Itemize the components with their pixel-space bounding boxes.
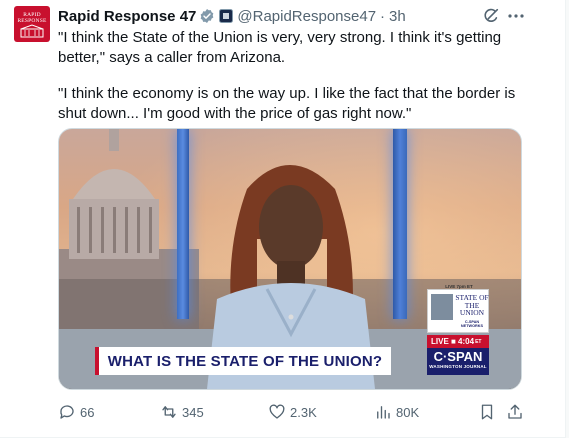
verified-badge-icon[interactable] xyxy=(199,8,215,24)
reply-count: 66 xyxy=(80,404,95,420)
bookmark-button[interactable] xyxy=(478,402,496,422)
grok-icon[interactable] xyxy=(482,7,500,30)
view-count: 80K xyxy=(396,404,420,420)
handle[interactable]: @RapidResponse47 xyxy=(237,8,376,25)
like-button[interactable]: 2.3K xyxy=(268,402,317,422)
live-program-box: LIVE 7pm ET STATE OF THE UNION C-SPAN NE… xyxy=(427,284,489,333)
repost-button[interactable]: 345 xyxy=(160,402,204,422)
reply-icon xyxy=(60,405,74,419)
tweet-card[interactable]: RAPID RESPONSE Rapid Response 47 @RapidR… xyxy=(0,0,569,438)
tweet-text-paragraph-1: "I think the State of the Union is very,… xyxy=(58,29,502,66)
white-house-icon xyxy=(20,24,44,38)
timestamp[interactable]: 3h xyxy=(389,8,406,25)
more-icon[interactable] xyxy=(506,6,526,26)
reply-button[interactable]: 66 xyxy=(58,402,94,422)
cspan-logo: C·SPAN WASHINGTON JOURNAL xyxy=(427,348,489,375)
live-bar-text: LIVE ■ 4:04 xyxy=(431,337,475,346)
avatar-text: RAPID RESPONSE xyxy=(17,12,47,24)
live-bar-suffix: ET xyxy=(475,338,482,345)
share-icon xyxy=(508,404,522,419)
affiliate-badge-icon[interactable] xyxy=(219,9,234,23)
display-name[interactable]: Rapid Response 47 xyxy=(58,8,196,25)
program-title: STATE OF THE UNION xyxy=(455,293,489,317)
separator-dot: · xyxy=(380,7,386,25)
like-icon xyxy=(269,404,285,419)
tweet-actions: 66 345 2.3K 80K xyxy=(58,402,528,422)
live-time-label: LIVE 7pm ET xyxy=(445,284,473,289)
views-button[interactable]: 80K xyxy=(374,402,419,422)
avatar[interactable]: RAPID RESPONSE xyxy=(14,6,50,42)
video-chyron: WHAT IS THE STATE OF THE UNION? xyxy=(95,347,391,375)
bookmark-icon xyxy=(481,404,493,420)
chyron-text: WHAT IS THE STATE OF THE UNION? xyxy=(107,352,383,370)
tweet-text-paragraph-2: "I think the economy is on the way up. I… xyxy=(58,85,516,122)
cspan-logo-text: C·SPAN xyxy=(433,349,483,364)
network-label: C-SPAN NETWORKS xyxy=(460,320,484,329)
views-icon xyxy=(377,406,390,419)
like-count: 2.3K xyxy=(290,404,317,420)
repost-icon xyxy=(162,406,176,418)
tweet-header: Rapid Response 47 @RapidResponse47 · 3h xyxy=(58,6,406,26)
cspan-logo-subtitle: WASHINGTON JOURNAL xyxy=(429,364,487,369)
program-thumbnail xyxy=(431,294,453,320)
repost-count: 345 xyxy=(182,404,204,420)
live-indicator: LIVE ■ 4:04 ET xyxy=(427,335,489,348)
share-button[interactable] xyxy=(506,402,524,422)
tweet-video[interactable]: WHAT IS THE STATE OF THE UNION? LIVE 7pm… xyxy=(58,128,522,390)
